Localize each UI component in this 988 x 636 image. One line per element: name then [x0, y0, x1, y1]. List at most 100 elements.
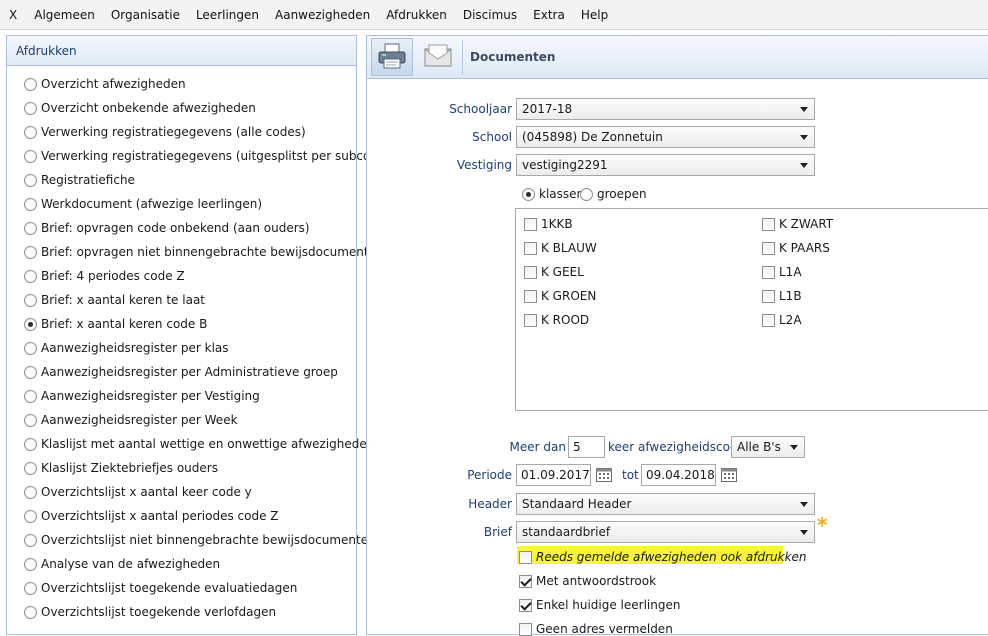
radio-klassen[interactable]: klassen — [522, 187, 584, 201]
print-option-item[interactable]: Analyse van de afwezigheden — [24, 552, 390, 576]
class-item[interactable]: 1KKB — [524, 217, 573, 231]
print-option-radio[interactable] — [24, 245, 37, 259]
menu-leerlingen[interactable]: Leerlingen — [188, 0, 267, 30]
print-option-radio[interactable] — [24, 269, 37, 283]
print-option-radio[interactable] — [24, 149, 37, 163]
print-option-radio[interactable] — [24, 173, 37, 187]
print-option-radio[interactable] — [24, 485, 37, 499]
class-item[interactable]: K ROOD — [524, 313, 589, 327]
class-checkbox[interactable] — [762, 289, 775, 303]
print-option-item[interactable]: Aanwezigheidsregister per klas — [24, 336, 390, 360]
class-checkbox[interactable] — [524, 265, 537, 279]
print-option-item[interactable]: Klaslijst Ziektebriefjes ouders — [24, 456, 390, 480]
print-option-item[interactable]: Overzichtslijst toegekende evaluatiedage… — [24, 576, 390, 600]
option-geen-adres-checkbox[interactable] — [519, 622, 532, 636]
menu-aanwezigheden[interactable]: Aanwezigheden — [267, 0, 378, 30]
print-option-item[interactable]: Klaslijst met aantal wettige en onwettig… — [24, 432, 390, 456]
class-item[interactable]: K GEEL — [524, 265, 584, 279]
periode-from-input[interactable]: 01.09.2017 — [516, 464, 591, 486]
class-item[interactable]: K BLAUW — [524, 241, 597, 255]
print-option-item[interactable]: Registratiefiche — [24, 168, 390, 192]
print-option-item[interactable]: Brief: x aantal keren te laat — [24, 288, 390, 312]
print-option-item[interactable]: Brief: x aantal keren code B — [24, 312, 390, 336]
menu-close[interactable]: X — [0, 0, 26, 30]
periode-to-input[interactable]: 09.04.2018 — [641, 464, 716, 486]
radio-klassen-control[interactable] — [522, 187, 535, 201]
print-option-radio[interactable] — [24, 341, 37, 355]
print-option-item[interactable]: Brief: 4 periodes code Z — [24, 264, 390, 288]
menu-extra[interactable]: Extra — [525, 0, 573, 30]
print-option-radio[interactable] — [24, 437, 37, 451]
class-checkbox[interactable] — [524, 313, 537, 327]
print-button[interactable] — [371, 38, 413, 76]
option-antwoordstrook[interactable]: Met antwoordstrook — [519, 574, 656, 588]
class-checkbox[interactable] — [762, 217, 775, 231]
header-select[interactable]: Standaard Header — [516, 493, 815, 515]
calendar-to-button[interactable] — [721, 468, 737, 482]
option-geen-adres[interactable]: Geen adres vermelden — [519, 622, 673, 636]
print-option-item[interactable]: Brief: opvragen code onbekend (aan ouder… — [24, 216, 390, 240]
print-option-item[interactable]: Overzichtslijst toegekende verlofdagen — [24, 600, 390, 624]
class-checkbox[interactable] — [524, 289, 537, 303]
option-antwoordstrook-checkbox[interactable] — [519, 574, 532, 588]
print-option-radio[interactable] — [24, 533, 37, 547]
radio-groepen-control[interactable] — [580, 187, 593, 201]
class-item[interactable]: L2A — [762, 313, 802, 327]
option-reeds-gemelde[interactable]: Reeds gemelde afwezigheden ook afdrukken — [519, 550, 807, 564]
menu-algemeen[interactable]: Algemeen — [26, 0, 103, 30]
print-option-radio[interactable] — [24, 125, 37, 139]
radio-groepen[interactable]: groepen — [580, 187, 647, 201]
option-huidige-leerlingen[interactable]: Enkel huidige leerlingen — [519, 598, 680, 612]
print-option-radio[interactable] — [24, 509, 37, 523]
print-option-radio[interactable] — [24, 197, 37, 211]
print-option-item[interactable]: Verwerking registratiegegevens (uitgespl… — [24, 144, 390, 168]
print-option-radio[interactable] — [24, 293, 37, 307]
class-checkbox[interactable] — [762, 241, 775, 255]
print-option-radio[interactable] — [24, 77, 37, 91]
mail-button[interactable] — [417, 38, 459, 76]
class-item[interactable]: L1B — [762, 289, 802, 303]
print-option-item[interactable]: Aanwezigheidsregister per Administratiev… — [24, 360, 390, 384]
vestiging-select[interactable]: vestiging2291 — [516, 154, 815, 176]
class-checkbox[interactable] — [762, 313, 775, 327]
print-option-radio[interactable] — [24, 413, 37, 427]
class-checkbox[interactable] — [524, 217, 537, 231]
print-option-item[interactable]: Overzichtslijst niet binnengebrachte bew… — [24, 528, 390, 552]
schooljaar-select[interactable]: 2017-18 — [516, 98, 815, 120]
print-option-item[interactable]: Aanwezigheidsregister per Week — [24, 408, 390, 432]
print-option-radio[interactable] — [24, 221, 37, 235]
print-option-item[interactable]: Aanwezigheidsregister per Vestiging — [24, 384, 390, 408]
class-item[interactable]: K ZWART — [762, 217, 833, 231]
print-option-item[interactable]: Overzicht afwezigheden — [24, 72, 390, 96]
print-option-radio[interactable] — [24, 581, 37, 595]
print-option-radio[interactable] — [24, 557, 37, 571]
print-option-radio[interactable] — [24, 389, 37, 403]
code-select[interactable]: Alle B's — [731, 436, 805, 458]
meer-dan-input[interactable]: 5 — [568, 436, 605, 458]
menu-afdrukken[interactable]: Afdrukken — [378, 0, 455, 30]
print-option-item[interactable]: Overzicht onbekende afwezigheden — [24, 96, 390, 120]
class-item[interactable]: L1A — [762, 265, 802, 279]
calendar-from-button[interactable] — [596, 468, 612, 482]
print-option-radio[interactable] — [24, 365, 37, 379]
print-option-item[interactable]: Overzichtslijst x aantal keer code y — [24, 480, 390, 504]
print-option-item[interactable]: Brief: opvragen niet binnengebrachte bew… — [24, 240, 390, 264]
menu-help[interactable]: Help — [573, 0, 616, 30]
class-item[interactable]: K GROEN — [524, 289, 596, 303]
print-option-item[interactable]: Werkdocument (afwezige leerlingen) — [24, 192, 390, 216]
brief-select[interactable]: standaardbrief — [516, 521, 815, 543]
print-option-item[interactable]: Verwerking registratiegegevens (alle cod… — [24, 120, 390, 144]
print-option-radio[interactable] — [24, 317, 37, 331]
print-option-radio[interactable] — [24, 101, 37, 115]
option-reeds-gemelde-checkbox[interactable] — [519, 550, 532, 564]
print-option-radio[interactable] — [24, 605, 37, 619]
school-select[interactable]: (045898) De Zonnetuin — [516, 126, 815, 148]
print-option-item[interactable]: Overzichtslijst x aantal periodes code Z — [24, 504, 390, 528]
option-huidige-leerlingen-checkbox[interactable] — [519, 598, 532, 612]
class-item[interactable]: K PAARS — [762, 241, 830, 255]
menu-discimus[interactable]: Discimus — [455, 0, 525, 30]
class-checkbox[interactable] — [762, 265, 775, 279]
class-checkbox[interactable] — [524, 241, 537, 255]
print-option-radio[interactable] — [24, 461, 37, 475]
menu-organisatie[interactable]: Organisatie — [103, 0, 188, 30]
